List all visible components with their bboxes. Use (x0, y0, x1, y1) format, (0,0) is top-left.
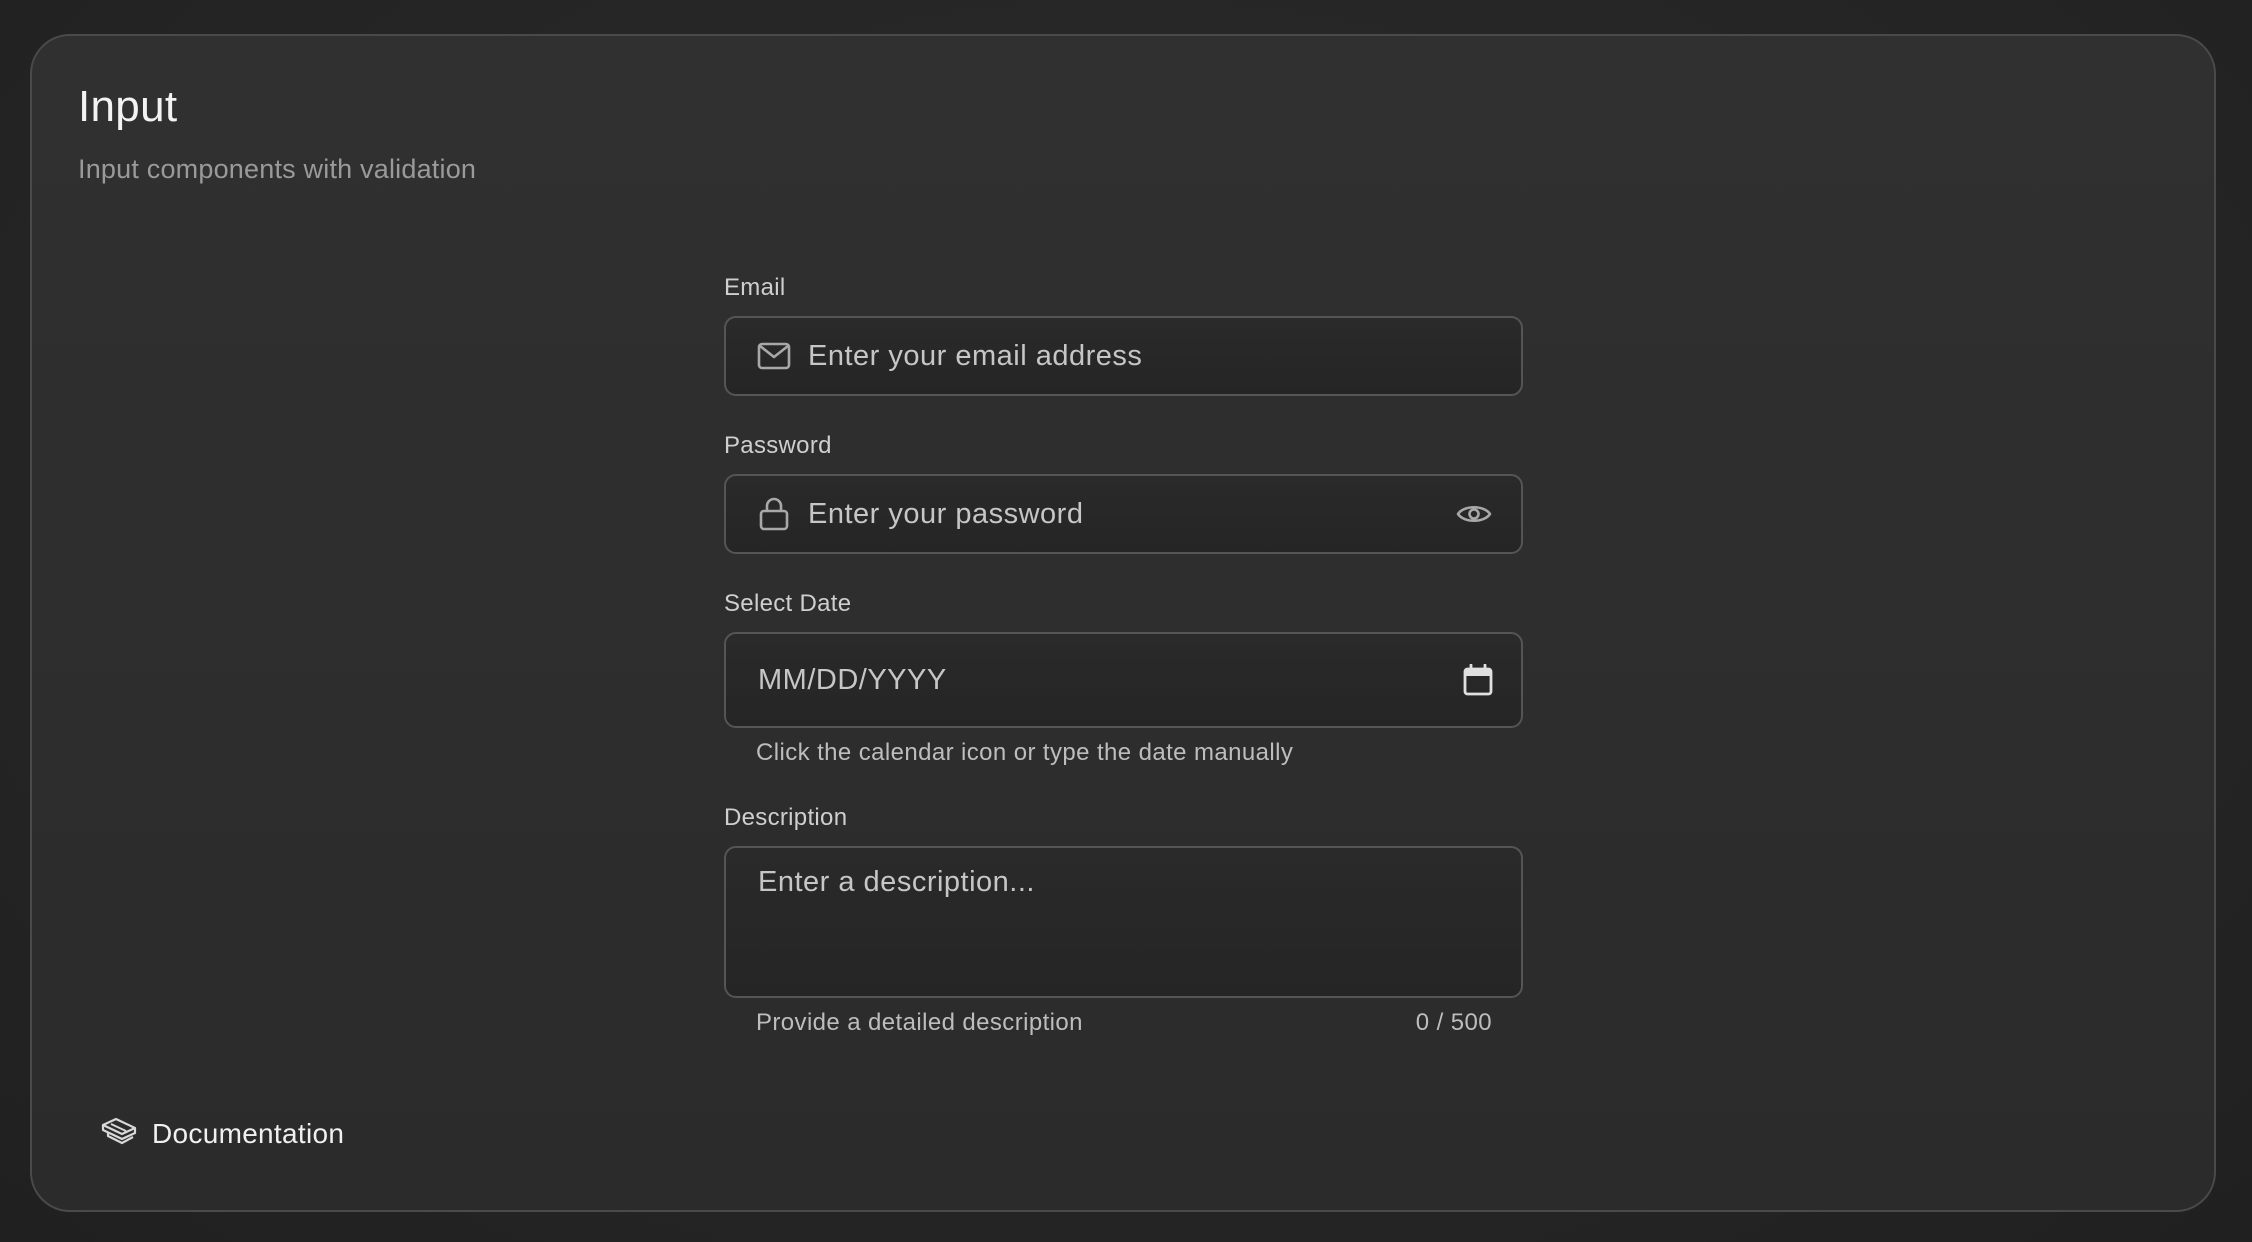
documentation-link[interactable]: Documentation (100, 1116, 344, 1151)
description-field-container (724, 846, 1523, 998)
email-label: Email (724, 274, 786, 301)
date-label: Select Date (724, 590, 852, 617)
email-input[interactable] (808, 318, 1498, 394)
character-counter: 0 / 500 (1415, 1009, 1492, 1036)
date-field-container (724, 632, 1523, 728)
date-input[interactable] (758, 634, 1438, 726)
date-helper-text: Click the calendar icon or type the date… (756, 739, 1294, 766)
page-title: Input (78, 82, 178, 131)
description-label: Description (724, 804, 848, 831)
book-icon (100, 1116, 138, 1151)
description-textarea[interactable] (758, 866, 1488, 980)
page-subtitle: Input components with validation (78, 154, 477, 184)
calendar-icon[interactable] (1459, 661, 1497, 699)
description-helper-text: Provide a detailed description (756, 1009, 1083, 1036)
password-label: Password (724, 432, 832, 459)
password-input[interactable] (808, 476, 1428, 552)
mail-icon (756, 338, 792, 374)
input-demo-card (30, 34, 2216, 1212)
documentation-label: Documentation (152, 1117, 345, 1149)
eye-icon[interactable] (1455, 495, 1493, 533)
lock-icon (756, 496, 792, 532)
email-field-container (724, 316, 1523, 396)
password-field-container (724, 474, 1523, 554)
